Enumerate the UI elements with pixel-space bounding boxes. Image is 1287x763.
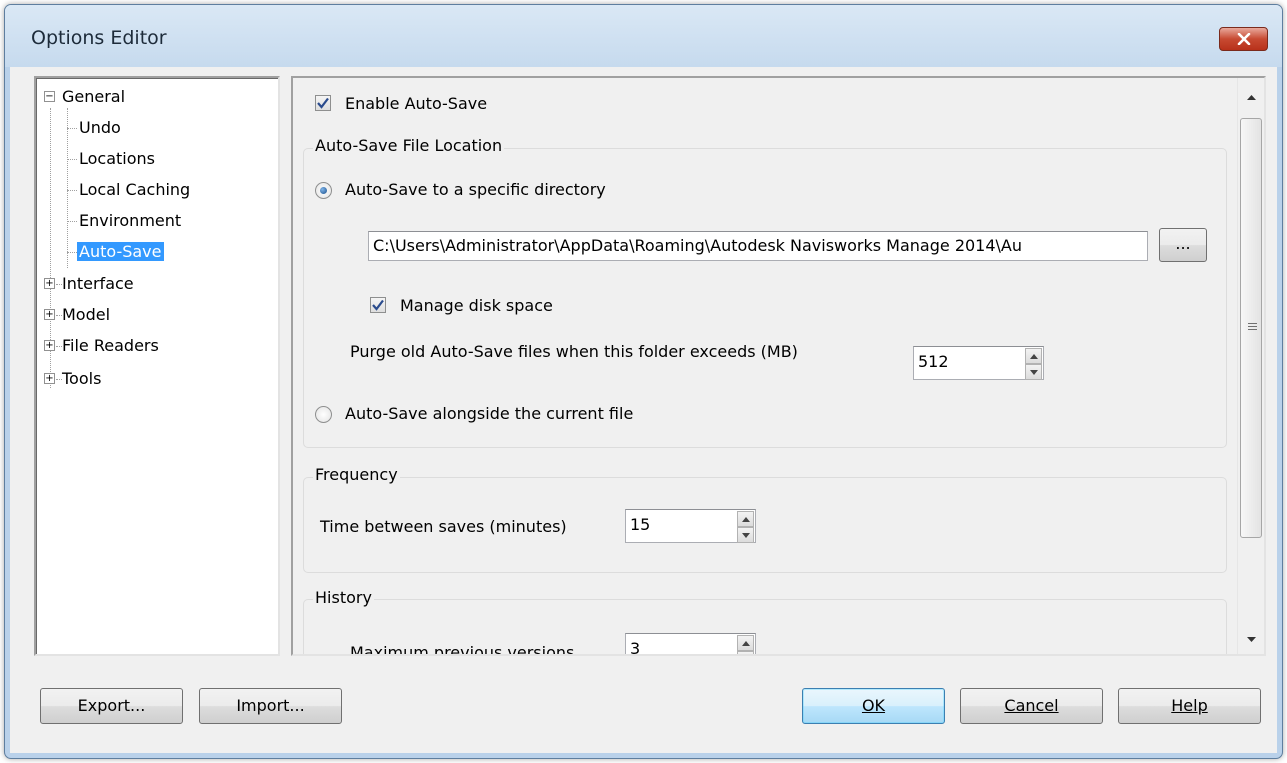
chevron-down-icon: [1247, 636, 1256, 642]
check-icon: [372, 299, 384, 311]
grip-line: [1248, 323, 1257, 324]
expand-icon[interactable]: +: [44, 373, 55, 384]
chevron-up-icon: [1029, 353, 1038, 359]
spin-buttons: [737, 511, 754, 543]
tree-node-label: Local Caching: [79, 180, 191, 199]
tree-node-label: Environment: [79, 211, 182, 230]
collapse-icon[interactable]: −: [44, 91, 55, 102]
tree-line: [67, 252, 77, 253]
manage-disk-space-checkbox[interactable]: [370, 297, 386, 313]
tree-node-label: File Readers: [62, 336, 159, 355]
enable-autosave-checkbox[interactable]: [315, 95, 331, 111]
specific-directory-label[interactable]: Auto-Save to a specific directory: [345, 180, 606, 199]
tree-node-label-selected: Auto-Save: [77, 242, 164, 261]
spin-up-button[interactable]: [1025, 348, 1042, 364]
browse-button[interactable]: ...: [1159, 228, 1207, 262]
grip-line: [1248, 326, 1257, 327]
expand-icon[interactable]: +: [44, 309, 55, 320]
spin-down-button[interactable]: [737, 651, 754, 654]
tree-line: [67, 221, 77, 222]
tree-node-label: Locations: [79, 149, 156, 168]
tree-node-label: General: [62, 87, 126, 106]
spin-down-button[interactable]: [1025, 364, 1042, 380]
manage-disk-space-label[interactable]: Manage disk space: [400, 296, 553, 315]
max-versions-value[interactable]: 3: [630, 639, 640, 654]
grip-line: [1248, 329, 1257, 330]
tree-line: [67, 159, 77, 160]
window-title: Options Editor: [31, 27, 167, 49]
tree-node-undo[interactable]: Undo: [79, 115, 121, 141]
frequency-group-title: Frequency: [313, 465, 400, 484]
alongside-file-label[interactable]: Auto-Save alongside the current file: [345, 404, 633, 423]
tree-node-label: Model: [62, 305, 111, 324]
chevron-down-icon: [1029, 369, 1038, 375]
panel-content: Enable Auto-Save Auto-Save File Location…: [293, 78, 1237, 656]
chevron-up-icon: [741, 640, 750, 646]
tree-line: [67, 108, 68, 268]
chevron-up-icon: [741, 516, 750, 522]
check-icon: [317, 97, 329, 109]
scroll-up-button[interactable]: [1238, 82, 1264, 112]
tree-node-label: Tools: [62, 369, 102, 388]
max-versions-label: Maximum previous versions: [350, 643, 575, 656]
spin-buttons: [1025, 348, 1042, 380]
alongside-file-radio[interactable]: [315, 406, 332, 423]
tree-node-local-caching[interactable]: Local Caching: [79, 177, 190, 203]
expand-icon[interactable]: +: [44, 278, 55, 289]
tree-node-label: Undo: [79, 118, 121, 137]
max-versions-stepper[interactable]: 3: [625, 633, 756, 654]
spin-buttons: [737, 635, 754, 654]
spin-down-button[interactable]: [737, 527, 754, 543]
panel-scrollbar[interactable]: [1237, 78, 1264, 654]
auto-save-options-panel: Enable Auto-Save Auto-Save File Location…: [291, 76, 1266, 656]
dialog-client-area: − General Undo Locations Local Caching E…: [10, 67, 1277, 753]
ok-button-label: OK: [861, 696, 886, 715]
chevron-down-icon: [741, 532, 750, 538]
import-button[interactable]: Import...: [199, 688, 342, 724]
time-between-saves-label: Time between saves (minutes): [320, 517, 567, 536]
cancel-button-label: Cancel: [1004, 696, 1059, 715]
help-button-label: Help: [1171, 696, 1208, 715]
cancel-button[interactable]: Cancel: [960, 688, 1103, 724]
enable-autosave-label[interactable]: Enable Auto-Save: [345, 94, 487, 113]
scroll-thumb[interactable]: [1240, 118, 1262, 538]
options-tree[interactable]: − General Undo Locations Local Caching E…: [34, 76, 280, 656]
tree-node-environment[interactable]: Environment: [79, 208, 181, 234]
specific-directory-radio[interactable]: [315, 182, 332, 199]
purge-threshold-value[interactable]: 512: [918, 352, 949, 371]
purge-threshold-label: Purge old Auto-Save files when this fold…: [350, 342, 798, 361]
spin-up-button[interactable]: [737, 511, 754, 527]
help-button[interactable]: Help: [1118, 688, 1261, 724]
autosave-path-field[interactable]: C:\Users\Administrator\AppData\Roaming\A…: [368, 231, 1148, 261]
tree-line: [67, 128, 77, 129]
tree-node-locations[interactable]: Locations: [79, 146, 155, 172]
time-between-saves-stepper[interactable]: 15: [625, 509, 756, 543]
close-button[interactable]: [1219, 27, 1268, 51]
purge-threshold-stepper[interactable]: 512: [913, 346, 1044, 380]
chevron-up-icon: [1247, 94, 1256, 100]
file-location-group-title: Auto-Save File Location: [313, 136, 505, 155]
tree-node-auto-save[interactable]: Auto-Save: [77, 239, 164, 265]
spin-up-button[interactable]: [737, 635, 754, 651]
options-editor-window: Options Editor − General Undo Locations: [4, 4, 1283, 759]
ok-button[interactable]: OK: [802, 688, 945, 724]
history-group-title: History: [313, 588, 374, 607]
scroll-down-button[interactable]: [1238, 624, 1264, 654]
title-bar: Options Editor: [5, 5, 1282, 67]
tree-line: [67, 190, 77, 191]
tree-node-label: Interface: [62, 274, 134, 293]
close-icon: [1237, 33, 1250, 45]
export-button[interactable]: Export...: [40, 688, 183, 724]
time-between-saves-value[interactable]: 15: [630, 515, 650, 534]
expand-icon[interactable]: +: [44, 340, 55, 351]
